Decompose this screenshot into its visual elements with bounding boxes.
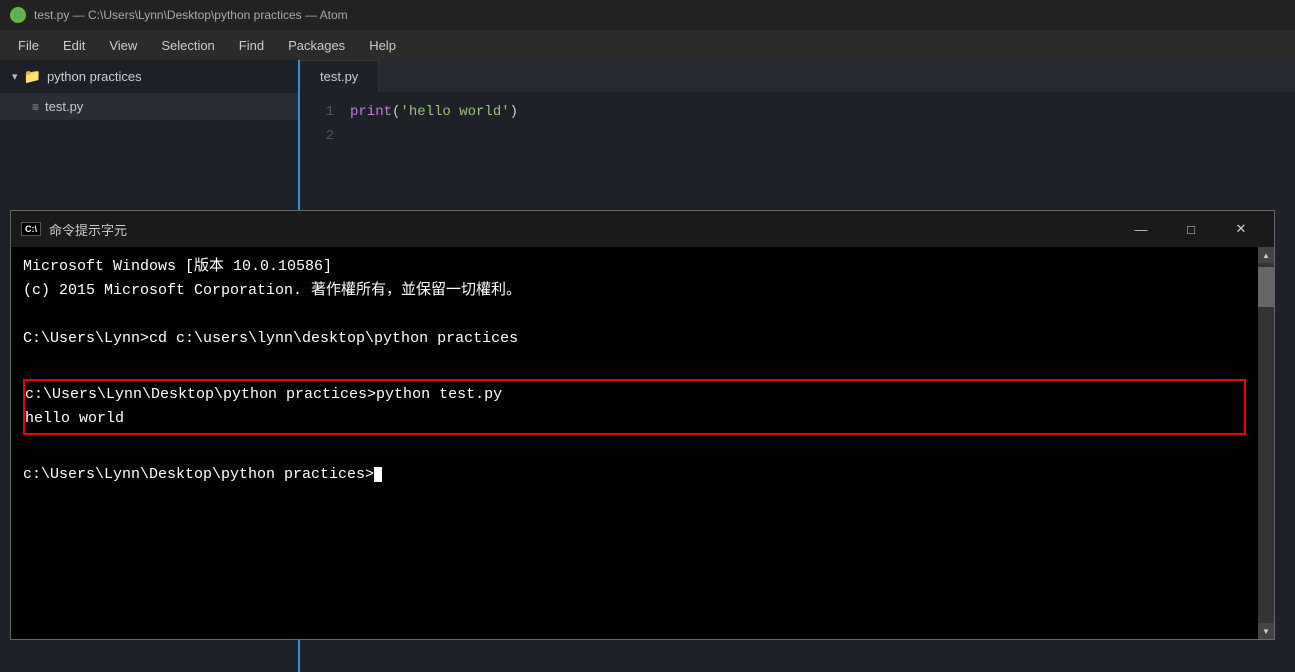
cmd-highlighted-block: c:\Users\Lynn\Desktop\python practices>p…	[23, 379, 1246, 435]
folder-name: python practices	[47, 69, 142, 84]
menu-find[interactable]: Find	[229, 34, 274, 57]
title-bar: test.py — C:\Users\Lynn\Desktop\python p…	[0, 0, 1295, 30]
folder-icon: 📁	[24, 68, 41, 85]
menu-packages[interactable]: Packages	[278, 34, 355, 57]
cursor-blink	[374, 467, 382, 482]
file-icon: ≡	[32, 100, 39, 114]
scrollbar-down-button[interactable]: ▼	[1258, 623, 1274, 639]
menu-edit[interactable]: Edit	[53, 34, 95, 57]
cmd-after-line-1	[23, 439, 1246, 463]
code-line-1: 1 print('hello world')	[300, 100, 1295, 124]
cmd-body: Microsoft Windows [版本 10.0.10586] (c) 20…	[11, 247, 1274, 639]
scrollbar-up-button[interactable]: ▲	[1258, 247, 1274, 263]
cmd-window: C:\ 命令提示字元 — □ ✕ Microsoft Windows [版本 1…	[10, 210, 1275, 640]
cmd-line-2: (c) 2015 Microsoft Corporation. 著作權所有，並保…	[23, 279, 1246, 303]
tab-label: test.py	[320, 69, 358, 84]
print-keyword: print	[350, 104, 392, 120]
tab-bar: test.py	[300, 60, 1295, 92]
tab-testpy[interactable]: test.py	[300, 60, 379, 92]
cmd-close-button[interactable]: ✕	[1218, 215, 1264, 243]
code-line-2: 2	[300, 124, 1295, 148]
cmd-icon: C:\	[21, 222, 41, 236]
cmd-scrollbar: ▲ ▼	[1258, 247, 1274, 639]
menu-file[interactable]: File	[8, 34, 49, 57]
cmd-controls: — □ ✕	[1118, 215, 1264, 243]
file-name: test.py	[45, 99, 83, 114]
cmd-maximize-button[interactable]: □	[1168, 215, 1214, 243]
string-literal: 'hello world'	[400, 104, 509, 120]
line-number-2: 2	[300, 128, 350, 144]
line-number-1: 1	[300, 104, 350, 120]
cmd-line-3	[23, 303, 1246, 327]
cmd-after-line-2: c:\Users\Lynn\Desktop\python practices>	[23, 463, 1246, 487]
sidebar-file-testpy[interactable]: ≡ test.py	[0, 93, 298, 120]
menu-selection[interactable]: Selection	[151, 34, 224, 57]
cmd-minimize-button[interactable]: —	[1118, 215, 1164, 243]
window-title: test.py — C:\Users\Lynn\Desktop\python p…	[34, 8, 348, 22]
cmd-text-area[interactable]: Microsoft Windows [版本 10.0.10586] (c) 20…	[11, 247, 1258, 639]
cmd-title-bar: C:\ 命令提示字元 — □ ✕	[11, 211, 1274, 247]
scrollbar-track	[1258, 263, 1274, 623]
sidebar-folder[interactable]: ▾ 📁 python practices	[0, 60, 298, 93]
app-logo	[10, 7, 26, 23]
cmd-line-5	[23, 351, 1246, 375]
scrollbar-thumb[interactable]	[1258, 267, 1274, 307]
menu-bar: File Edit View Selection Find Packages H…	[0, 30, 1295, 60]
cmd-highlight-line-2: hello world	[25, 407, 1244, 431]
cmd-title-text: 命令提示字元	[49, 220, 1110, 239]
cmd-line-4: C:\Users\Lynn>cd c:\users\lynn\desktop\p…	[23, 327, 1246, 351]
folder-arrow-icon: ▾	[12, 70, 18, 83]
line-code-1: print('hello world')	[350, 104, 518, 120]
menu-help[interactable]: Help	[359, 34, 406, 57]
cmd-highlight-line-1: c:\Users\Lynn\Desktop\python practices>p…	[25, 383, 1244, 407]
menu-view[interactable]: View	[99, 34, 147, 57]
cmd-line-1: Microsoft Windows [版本 10.0.10586]	[23, 255, 1246, 279]
